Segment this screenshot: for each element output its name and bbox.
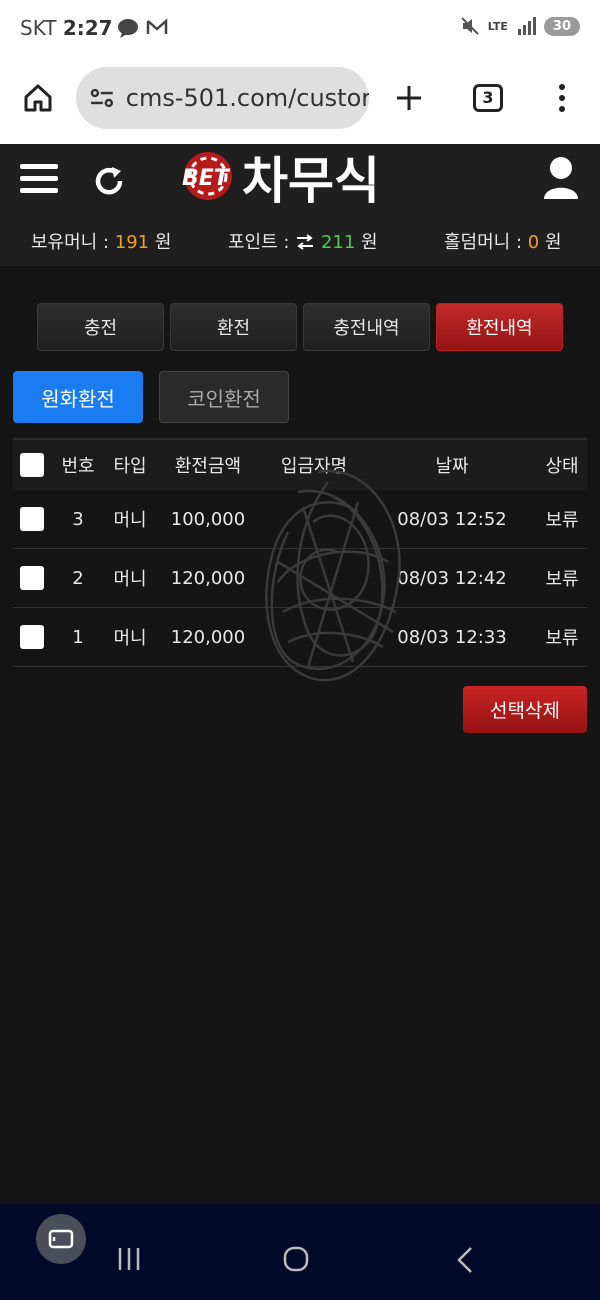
row-amount: 100,000 — [170, 508, 246, 530]
url-bar[interactable]: cms-501.com/custor — [76, 67, 369, 129]
site-header: BET 차무식 보유머니 : 191 원 포인트 : 211 원 홀덤머니 : … — [0, 144, 600, 266]
row-status: 보류 — [545, 569, 579, 590]
signal-icon — [517, 17, 536, 35]
select-all-cell — [13, 453, 51, 477]
network-label: LTE — [487, 19, 508, 33]
carrier-label: SKT — [20, 16, 57, 40]
row-number: 3 — [72, 508, 84, 530]
status-bar: SKT 2:27 LTE 30 — [0, 0, 600, 58]
point-unit: 원 — [361, 232, 378, 253]
money-value: 191 — [114, 232, 150, 253]
more-menu-icon[interactable] — [552, 82, 572, 114]
row-status: 보류 — [545, 510, 579, 531]
row-type: 머니 — [113, 569, 147, 590]
header-amount: 환전금액 — [174, 456, 242, 477]
header-type: 타입 — [113, 456, 147, 477]
row-amount: 120,000 — [170, 567, 246, 589]
floating-app-button[interactable] — [36, 1214, 86, 1264]
row-check-cell — [13, 507, 51, 531]
money-label: 보유머니 : — [31, 232, 110, 253]
tab-withdraw[interactable]: 환전 — [170, 303, 297, 351]
site-logo[interactable]: BET 차무식 — [178, 148, 414, 210]
row-checkbox[interactable] — [20, 625, 44, 649]
main-tabs: 충전 환전 충전내역 환전내역 — [37, 303, 563, 351]
tab-deposit-history[interactable]: 충전내역 — [303, 303, 430, 351]
header-number: 번호 — [61, 456, 95, 477]
row-check-cell — [13, 625, 51, 649]
row-checkbox[interactable] — [20, 566, 44, 590]
tab-krw-withdraw[interactable]: 원화환전 — [13, 371, 143, 423]
home-icon[interactable] — [22, 82, 54, 114]
row-status: 보류 — [545, 628, 579, 649]
window-icon — [48, 1229, 74, 1249]
row-checkbox[interactable] — [20, 507, 44, 531]
back-icon[interactable] — [455, 1246, 475, 1274]
row-type: 머니 — [113, 628, 147, 649]
logo-text: 차무식 — [242, 152, 380, 210]
battery-badge: 30 — [543, 16, 580, 36]
header-status: 상태 — [545, 456, 579, 477]
delete-selected-button[interactable]: 선택삭제 — [463, 686, 587, 733]
tab-deposit[interactable]: 충전 — [37, 303, 164, 351]
holdem-value: 0 — [527, 232, 540, 253]
browser-toolbar: cms-501.com/custor 3 — [0, 58, 600, 144]
status-right: LTE 30 — [460, 16, 580, 36]
money-balance: 보유머니 : 191 원 — [31, 228, 171, 254]
holdem-balance: 홀덤머니 : 0 원 — [444, 228, 562, 254]
mute-icon — [460, 17, 479, 35]
row-type: 머니 — [113, 510, 147, 531]
point-label: 포인트 : — [228, 232, 290, 253]
home-nav-icon[interactable] — [283, 1246, 309, 1272]
logo-prefix: BET — [182, 166, 231, 191]
redaction-scribble — [265, 469, 401, 682]
chat-bubble-icon — [118, 19, 138, 38]
url-text[interactable]: cms-501.com/custor — [126, 84, 369, 112]
notification-icons — [116, 16, 168, 40]
holdem-label: 홀덤머니 : — [444, 232, 523, 253]
holdem-unit: 원 — [544, 232, 562, 253]
point-balance: 포인트 : 211 원 — [228, 228, 378, 254]
sub-tabs: 원화환전 코인환전 — [13, 371, 289, 423]
tab-switcher-button[interactable]: 3 — [473, 84, 503, 112]
row-number: 1 — [72, 626, 84, 648]
balance-bar: 보유머니 : 191 원 포인트 : 211 원 홀덤머니 : 0 원 — [0, 228, 600, 258]
exchange-arrows-icon[interactable] — [295, 234, 315, 250]
point-value: 211 — [320, 232, 356, 253]
site-settings-icon[interactable] — [88, 84, 116, 112]
money-unit: 원 — [154, 232, 172, 253]
new-tab-icon[interactable] — [393, 82, 425, 114]
refresh-icon[interactable] — [92, 164, 126, 198]
row-number: 2 — [72, 567, 84, 589]
tab-withdraw-history[interactable]: 환전내역 — [436, 303, 563, 351]
row-amount: 120,000 — [170, 626, 246, 648]
hamburger-menu-icon[interactable] — [20, 164, 58, 198]
recent-apps-icon[interactable] — [116, 1246, 142, 1272]
select-all-checkbox[interactable] — [20, 453, 44, 477]
status-time: SKT 2:27 — [20, 16, 113, 40]
mail-icon — [146, 18, 168, 34]
tab-coin-withdraw[interactable]: 코인환전 — [159, 371, 289, 423]
row-check-cell — [13, 566, 51, 590]
user-account-icon[interactable] — [542, 156, 580, 200]
system-nav-bar — [0, 1204, 600, 1300]
clock: 2:27 — [62, 16, 113, 40]
